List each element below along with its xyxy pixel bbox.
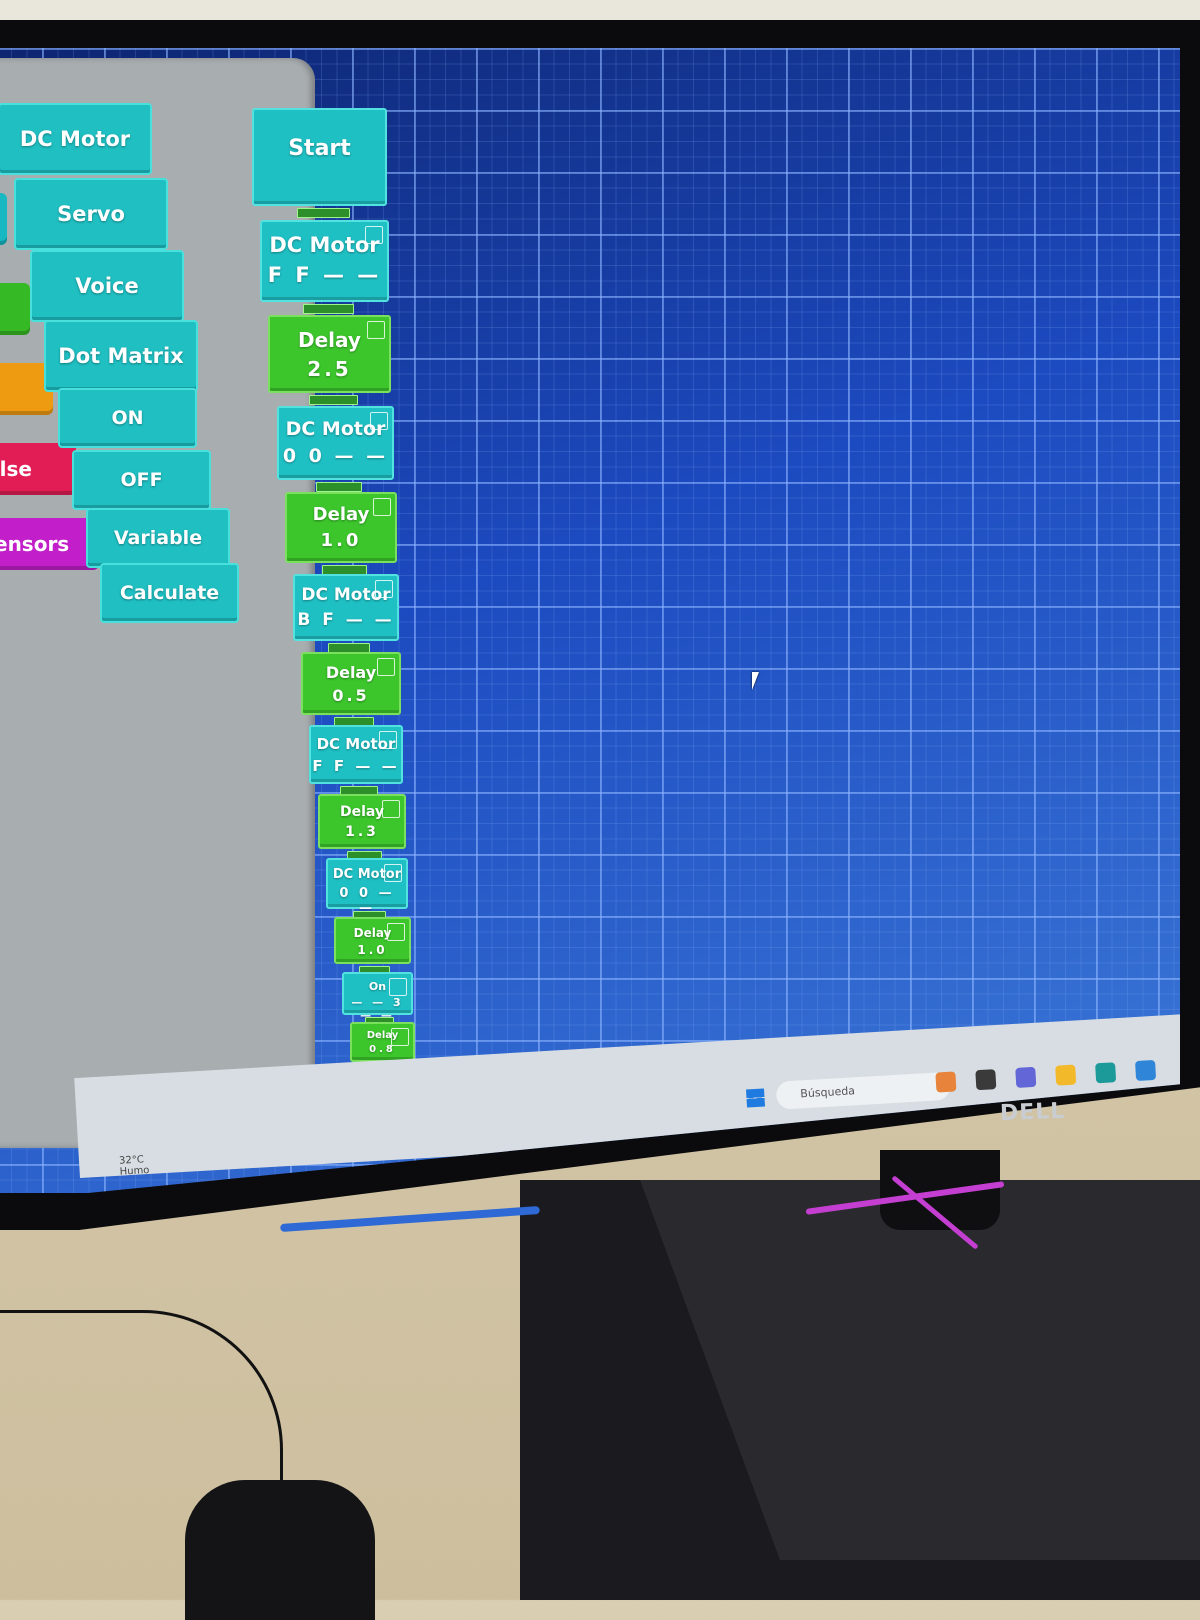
script-block-delay[interactable]: Delay 2.5	[268, 315, 391, 393]
block-select-checkbox[interactable]	[377, 658, 395, 676]
block-connector	[315, 482, 362, 492]
palette-block[interactable]: Servo	[14, 178, 168, 250]
script-block-delay[interactable]: Delay 0.8	[350, 1022, 415, 1062]
script-block-delay[interactable]: Delay 1.0	[285, 492, 397, 563]
block-value: F F — —	[312, 757, 400, 775]
script-block-motor[interactable]: DC Motor 0 0 — —	[326, 858, 408, 916]
script-block-delay[interactable]: Delay 1.0	[334, 917, 411, 964]
block-select-checkbox[interactable]	[387, 923, 405, 941]
script-block-delay[interactable]: Delay 0.5	[301, 652, 401, 715]
edge-icon[interactable]	[1095, 1062, 1117, 1084]
palette-block[interactable]: DC Motor	[0, 103, 152, 175]
mouse-cursor-icon	[752, 672, 759, 690]
block-select-checkbox[interactable]	[365, 226, 383, 244]
screen: eElseensors DC MotorServoVoiceDot Matrix…	[0, 48, 1180, 1193]
category-tab[interactable]	[0, 283, 30, 335]
category-tab[interactable]: Else	[0, 443, 76, 495]
brand-logo: DELL	[999, 1098, 1066, 1127]
network-cable	[280, 1205, 540, 1233]
script-block-motor[interactable]: DC Motor 0 0 — —	[277, 406, 394, 480]
block-connector	[308, 395, 358, 405]
block-value: 1.3	[345, 824, 379, 840]
block-value: B F — —	[297, 610, 395, 630]
folder-icon[interactable]	[1055, 1064, 1077, 1086]
block-value: 1.0	[320, 530, 362, 551]
block-select-checkbox[interactable]	[367, 321, 385, 339]
weather-desc: Humo	[119, 1165, 150, 1178]
palette-block[interactable]: OFF	[72, 450, 211, 510]
app-icon-flower[interactable]	[935, 1071, 957, 1093]
block-select-checkbox[interactable]	[370, 412, 388, 430]
windows-start-icon[interactable]	[746, 1088, 766, 1108]
app-icon-terminal[interactable]	[975, 1069, 997, 1091]
search-input[interactable]: Búsqueda	[775, 1071, 951, 1110]
script-block-delay[interactable]: Delay 1.3	[318, 794, 406, 849]
search-placeholder: Búsqueda	[799, 1084, 856, 1101]
block-select-checkbox[interactable]	[375, 580, 393, 598]
palette-block[interactable]: Calculate	[100, 563, 239, 623]
block-select-checkbox[interactable]	[373, 498, 391, 516]
weather-widget[interactable]: 32°C Humo	[119, 1154, 150, 1178]
script-block-motor[interactable]: DC Motor F F — —	[260, 220, 389, 302]
script-block-start[interactable]: Start	[252, 108, 387, 206]
category-tab[interactable]: ensors	[0, 518, 99, 570]
palette-block[interactable]: Dot Matrix	[44, 320, 198, 392]
block-select-checkbox[interactable]	[382, 800, 400, 818]
block-select-checkbox[interactable]	[389, 978, 407, 996]
block-value: 2.5	[307, 357, 352, 381]
script-block-motor[interactable]: DC Motor F F — —	[309, 725, 403, 784]
monitor-bezel: eElseensors DC MotorServoVoiceDot Matrix…	[0, 20, 1200, 1230]
palette-block[interactable]: Variable	[86, 508, 230, 568]
block-select-checkbox[interactable]	[384, 864, 402, 882]
block-value: F F — —	[267, 263, 382, 287]
block-value: 0.5	[332, 686, 370, 705]
block-connector	[296, 208, 350, 218]
block-value: 0 0 — —	[282, 445, 389, 467]
palette-block[interactable]: ON	[58, 388, 197, 448]
block-title: Start	[288, 136, 351, 161]
script-block-motor[interactable]: On — — 3 — —	[342, 972, 413, 1022]
block-select-checkbox[interactable]	[379, 731, 397, 749]
script-block-motor[interactable]: DC Motor B F — —	[293, 574, 399, 641]
block-value: 1.0	[357, 943, 388, 957]
teams-icon[interactable]	[1015, 1066, 1037, 1088]
store-icon[interactable]	[1135, 1059, 1157, 1082]
mouse-cable	[0, 1310, 283, 1493]
computer-mouse	[185, 1480, 375, 1620]
block-select-checkbox[interactable]	[391, 1028, 409, 1046]
category-tab[interactable]	[0, 193, 7, 245]
block-connector	[302, 304, 354, 314]
palette-block[interactable]: Voice	[30, 250, 184, 322]
